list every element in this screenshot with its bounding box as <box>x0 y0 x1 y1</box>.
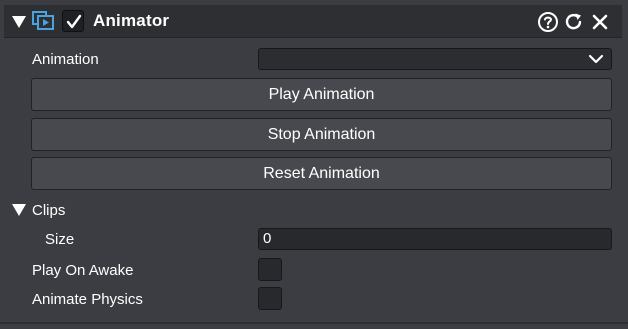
play-on-awake-checkbox[interactable] <box>258 258 282 281</box>
stop-animation-button[interactable]: Stop Animation <box>31 118 612 151</box>
clips-foldout-label[interactable]: Clips <box>32 202 65 219</box>
play-on-awake-label: Play On Awake <box>32 262 134 279</box>
chevron-down-icon <box>588 54 604 64</box>
size-label: Size <box>45 231 75 248</box>
animator-component-icon <box>32 11 54 30</box>
animation-dropdown[interactable] <box>258 48 612 70</box>
reset-icon[interactable] <box>563 11 585 33</box>
animation-label: Animation <box>32 51 99 68</box>
play-animation-button[interactable]: Play Animation <box>31 78 612 111</box>
component-header[interactable]: Animator <box>4 5 622 38</box>
help-icon[interactable] <box>537 11 559 33</box>
size-input[interactable]: 0 <box>258 228 612 250</box>
component-enabled-checkbox[interactable] <box>62 10 84 32</box>
collapse-triangle-icon[interactable] <box>12 16 26 28</box>
clips-foldout-triangle-icon[interactable] <box>12 204 26 216</box>
reset-animation-button[interactable]: Reset Animation <box>31 157 612 190</box>
checkmark-icon <box>66 14 82 29</box>
inspector-panel: Animator Animation Play Animation Stop A… <box>0 0 628 329</box>
close-icon[interactable] <box>589 11 611 33</box>
animate-physics-label: Animate Physics <box>32 291 143 308</box>
panel-divider <box>0 322 628 324</box>
animate-physics-checkbox[interactable] <box>258 287 282 310</box>
component-title: Animator <box>93 11 170 30</box>
